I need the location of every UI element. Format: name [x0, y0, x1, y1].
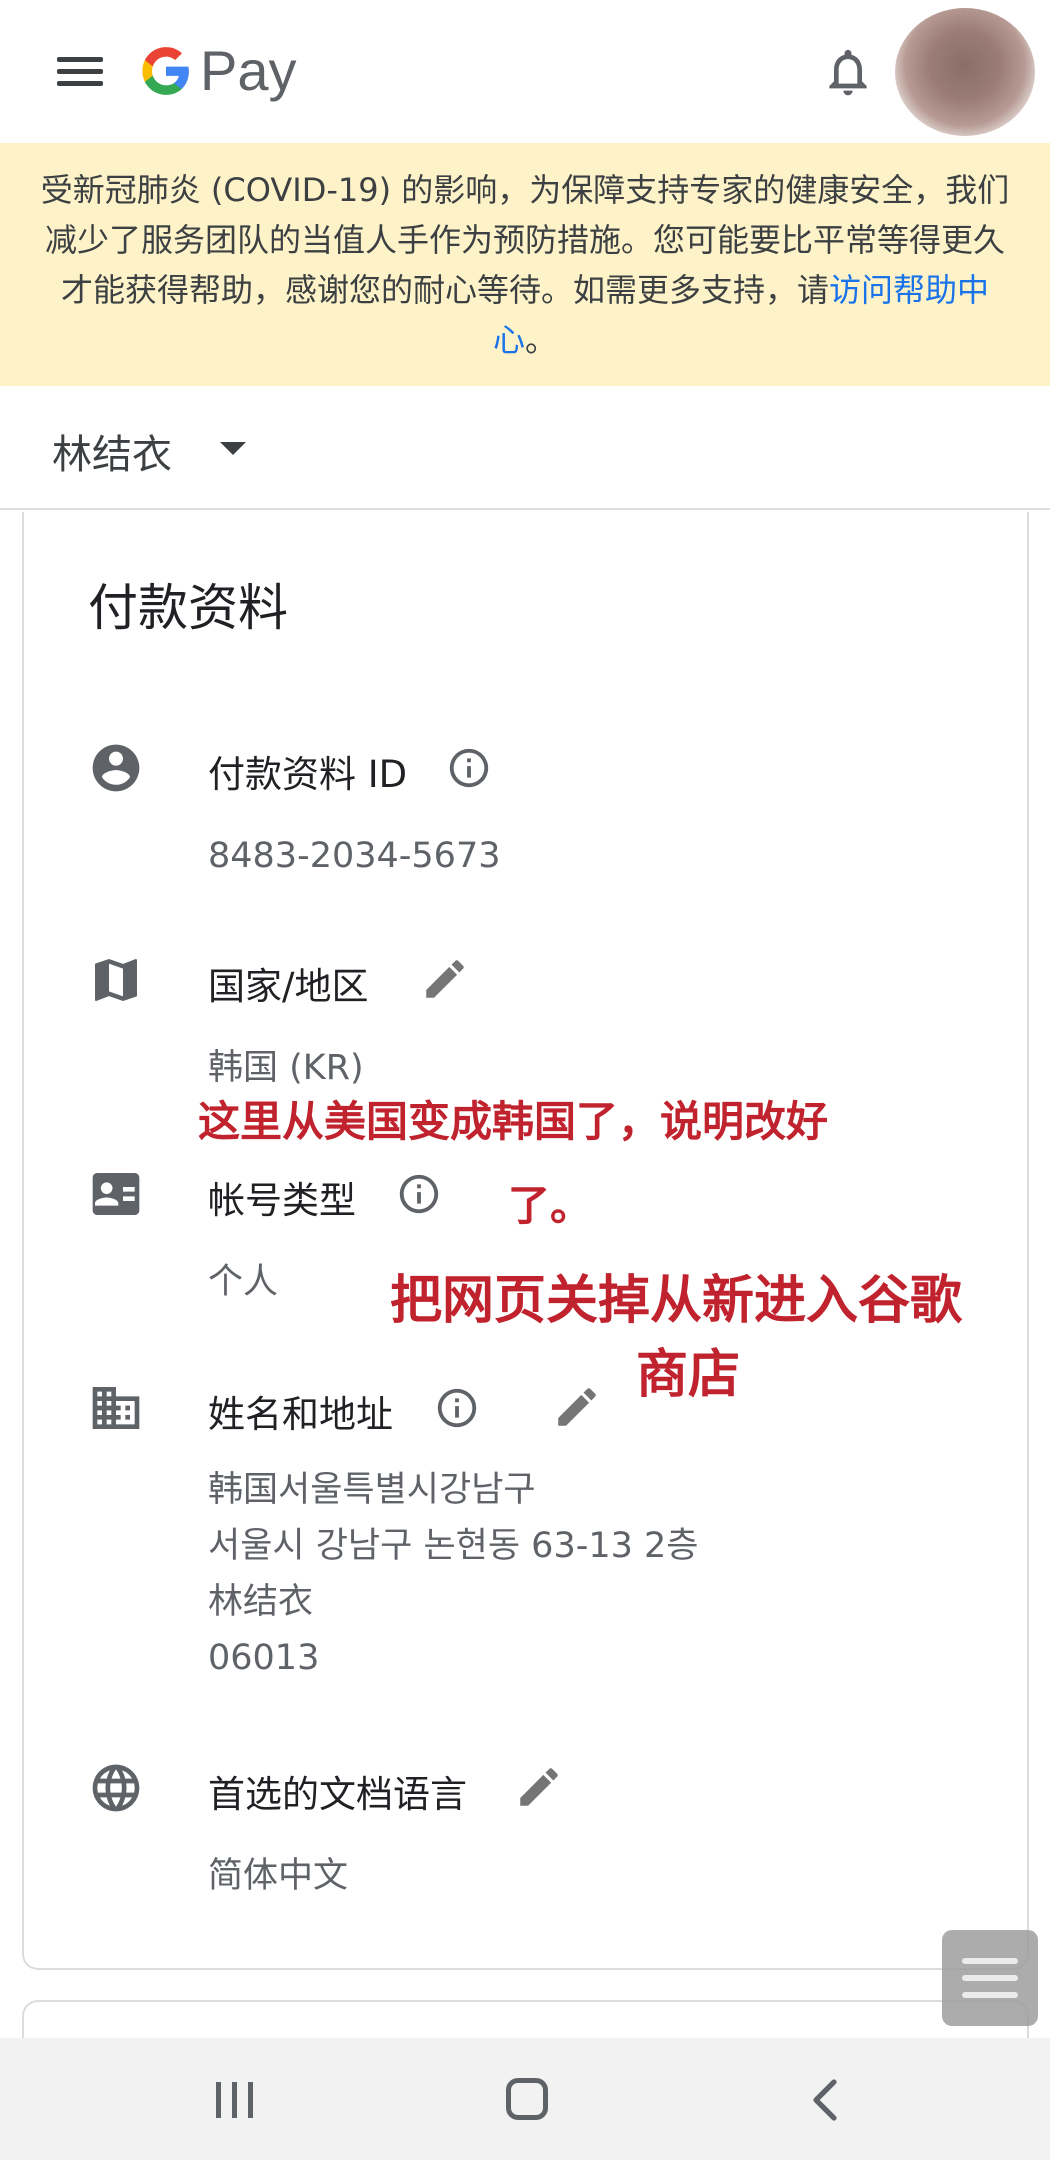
edit-country-icon[interactable]	[420, 954, 470, 1004]
edit-language-icon[interactable]	[514, 1762, 564, 1812]
info-icon[interactable]	[446, 745, 492, 791]
annotation-country-changed: 这里从美国变成韩国了，说明改好	[198, 1097, 829, 1146]
country-label: 国家/地区	[208, 965, 369, 1008]
covid-notice-text: 受新冠肺炎 (COVID-19) 的影响，为保障支持专家的健康安全，我们减少了服…	[40, 165, 1010, 365]
profile-id-label: 付款资料 ID	[208, 753, 408, 796]
annotation-reopen-end: 商店	[636, 1345, 741, 1405]
scroll-handle-button[interactable]	[942, 1930, 1038, 2026]
account-selector[interactable]: 林结衣	[0, 386, 1050, 510]
account-type-value: 个人	[208, 1262, 279, 1302]
menu-icon[interactable]	[52, 52, 110, 92]
system-nav-bar	[0, 2038, 1050, 2160]
building-icon	[92, 1387, 140, 1429]
doc-language-label: 首选的文档语言	[208, 1773, 467, 1816]
covid-notice-banner: 受新冠肺炎 (COVID-19) 的影响，为保障支持专家的健康安全，我们减少了服…	[0, 143, 1050, 386]
address-line-1: 韩国서울특별시강남구	[208, 1470, 536, 1510]
dropdown-arrow-icon[interactable]	[220, 442, 246, 455]
back-icon[interactable]	[806, 2078, 846, 2122]
app-bar: Pay	[0, 0, 1050, 143]
recent-apps-icon[interactable]	[216, 2082, 256, 2118]
notification-bell-icon[interactable]	[820, 42, 876, 102]
info-icon[interactable]	[396, 1171, 442, 1217]
map-icon	[95, 959, 137, 1001]
account-name[interactable]: 林结衣	[52, 422, 172, 480]
logo-pay-text: Pay	[200, 39, 297, 102]
id-card-icon	[92, 1173, 140, 1215]
info-icon[interactable]	[434, 1385, 480, 1431]
profile-id-value: 8483-2034-5673	[208, 836, 501, 876]
gpay-logo: Pay	[140, 38, 297, 104]
payment-profile-card: 付款资料 付款资料 ID 8483-2034-5673 国家/地区 韩国 (KR…	[22, 512, 1029, 1970]
card-title: 付款资料	[88, 579, 288, 637]
covid-notice-end: 。	[525, 321, 558, 359]
home-icon[interactable]	[506, 2078, 548, 2120]
edit-address-icon[interactable]	[552, 1382, 602, 1432]
person-icon	[92, 744, 140, 792]
doc-language-value: 简体中文	[208, 1856, 349, 1896]
name-address-label: 姓名和地址	[208, 1393, 393, 1436]
account-type-label: 帐号类型	[208, 1179, 356, 1222]
avatar[interactable]	[895, 8, 1035, 136]
postal-code: 06013	[208, 1638, 320, 1678]
address-name: 林结衣	[208, 1582, 314, 1622]
address-line-2: 서울시 강남구 논현동 63-13 2층	[208, 1526, 699, 1566]
globe-icon	[92, 1764, 140, 1812]
annotation-country-changed-end: 了。	[508, 1181, 593, 1230]
google-g-logo-icon	[142, 47, 189, 95]
annotation-reopen: 把网页关掉从新进入谷歌	[390, 1271, 963, 1331]
